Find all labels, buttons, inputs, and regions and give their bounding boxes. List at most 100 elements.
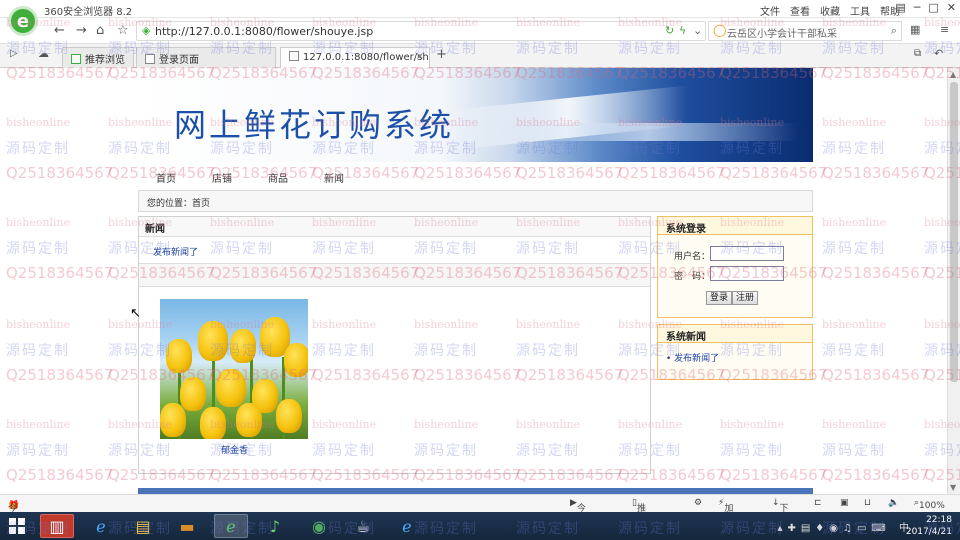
store-icon[interactable]: ▥ <box>40 514 74 538</box>
tab-bar: ▷ ☁ 推荐浏览 登录页面 127.0.0.1:8080/flower/shou… <box>0 44 960 68</box>
clock[interactable]: 22:18 2017/4/21 <box>906 514 952 538</box>
zoom-level[interactable]: ⌕ 100% <box>914 498 945 511</box>
page-content: 网上鲜花订购系统 首页 店铺 商品 新闻 您的位置：首页 新闻 发布新闻了 郁金… <box>0 68 947 494</box>
close-tab-icon[interactable]: × <box>416 51 424 62</box>
accelerator[interactable]: ⚡ 加速器 <box>718 498 733 540</box>
tab-recommend[interactable]: 推荐浏览 <box>62 47 134 68</box>
top-menu: 文件 查看 收藏 工具 帮助 <box>760 3 900 18</box>
username-label: 用户名： <box>674 252 711 262</box>
home-icon[interactable]: ⌂ <box>96 23 104 38</box>
status-bar: 🎁 今日优选 ▶ 今日直播 ▯ 推荐浏览 ⚙ ⚡ 加速器 ↓ 下载 ⊏ ▣ ⊔ … <box>0 494 960 540</box>
ie-icon[interactable]: ℯ <box>84 514 118 538</box>
nav-products[interactable]: 商品 <box>268 170 288 185</box>
download[interactable]: ↓ 下载 <box>772 498 789 527</box>
mouse-cursor-icon: ↖ <box>130 306 141 321</box>
page-icon <box>289 51 299 61</box>
site-title: 网上鲜花订购系统 <box>174 106 455 144</box>
windows-taskbar: ▥ ℯ ▤ ▬ ℯ ♪ ◉ ☕ ℯ ▴✚▤♦◉♫▭⌨ 中 22:18 2017/… <box>0 512 960 540</box>
music-icon[interactable]: ♪ <box>258 514 292 538</box>
system-tray[interactable]: ▴✚▤♦◉♫▭⌨ 中 <box>777 519 914 534</box>
menu-icon[interactable]: ≡ <box>940 23 949 36</box>
register-button[interactable]: 注册 <box>732 291 759 305</box>
address-bar[interactable]: ◈ http://127.0.0.1:8080/flower/shouye.js… <box>136 21 706 41</box>
screenshot-icon[interactable]: ▣ <box>840 498 849 508</box>
restore-tabs-icon[interactable]: ⧉ <box>914 48 921 59</box>
system-news-heading: 系统新闻 <box>658 325 812 343</box>
apps-icon[interactable]: ▦ <box>910 23 920 36</box>
split-screen-icon[interactable]: ⊏ <box>814 498 822 508</box>
wechat-icon[interactable]: ◉ <box>302 514 336 538</box>
recommend-browse[interactable]: ▯ 推荐浏览 <box>632 498 646 540</box>
menu-tools[interactable]: 工具 <box>850 3 870 18</box>
system-news-item[interactable]: • 发布新闻了 <box>666 351 719 364</box>
divider <box>139 263 650 287</box>
scrollbar-thumb[interactable] <box>950 82 958 382</box>
password-field[interactable] <box>710 266 784 281</box>
vertical-scrollbar[interactable]: ▲ ▼ <box>947 68 960 494</box>
browser-logo-icon[interactable]: e <box>8 6 38 36</box>
settings-icon[interactable]: ⚙ <box>694 498 702 508</box>
search-box[interactable]: ◯ 云岳区小学会计干部私采 ⌕ <box>708 21 902 41</box>
book-icon[interactable]: ▬ <box>170 514 204 538</box>
menu-file[interactable]: 文件 <box>760 3 780 18</box>
system-news-panel: 系统新闻 • 发布新闻了 <box>657 324 813 380</box>
cloud-icon[interactable]: ☁ <box>38 47 49 60</box>
undo-icon[interactable]: ↶ <box>934 47 943 60</box>
login-button[interactable]: 登录 <box>706 291 733 305</box>
skin-icon[interactable]: ▤ <box>895 1 905 14</box>
username-field[interactable] <box>710 246 784 261</box>
close-window-icon[interactable]: ✕ <box>947 1 956 14</box>
product-name[interactable]: 郁金香 <box>221 443 248 456</box>
minimize-icon[interactable]: ─ <box>914 1 921 14</box>
nav-home[interactable]: 首页 <box>156 170 176 185</box>
browser-title-bar: e 360安全浏览器 8.2 文件 查看 收藏 工具 帮助 ▤ ─ □ ✕ <box>0 0 960 36</box>
new-tab-button[interactable]: + <box>436 47 447 62</box>
breadcrumb: 您的位置：首页 <box>138 190 813 212</box>
dropdown-icon[interactable]: ⌄ <box>693 24 702 37</box>
scroll-down-icon[interactable]: ▼ <box>950 483 956 492</box>
password-label: 密 码： <box>674 272 711 282</box>
menu-favorites[interactable]: 收藏 <box>820 3 840 18</box>
forward-icon[interactable]: → <box>76 23 87 38</box>
file-explorer-icon[interactable]: ▤ <box>126 514 160 538</box>
login-heading: 系统登录 <box>658 217 812 235</box>
phone-icon <box>71 54 81 64</box>
tulip-image[interactable] <box>160 299 308 439</box>
search-engine-icon[interactable]: ◯ <box>713 23 726 37</box>
sidebar-toggle-icon[interactable]: ▷ <box>10 48 18 59</box>
lightning-icon[interactable]: ϟ <box>679 24 686 37</box>
site-banner: 网上鲜花订购系统 <box>138 68 813 162</box>
zoom-value: 100% <box>919 501 945 511</box>
tab-login[interactable]: 登录页面 <box>136 47 276 68</box>
back-icon[interactable]: ← <box>54 23 65 38</box>
nav-news[interactable]: 新闻 <box>324 170 344 185</box>
search-icon[interactable]: ⌕ <box>891 24 897 38</box>
maximize-icon[interactable]: □ <box>928 1 938 14</box>
edge-icon[interactable]: ℯ <box>390 514 424 538</box>
browser-360-icon[interactable]: ℯ <box>214 514 248 538</box>
banner-streak <box>498 123 798 141</box>
scroll-up-icon[interactable]: ▲ <box>950 70 956 79</box>
app-title: 360安全浏览器 8.2 <box>44 7 133 18</box>
search-input[interactable]: 云岳区小学会计干部私采 <box>727 25 837 40</box>
windows-start-icon[interactable] <box>9 518 25 534</box>
system-news-item-label: 发布新闻了 <box>674 354 720 364</box>
refresh-icon[interactable]: ↻ <box>665 24 674 37</box>
clock-time: 22:18 <box>926 515 952 525</box>
java-icon[interactable]: ☕ <box>346 514 380 538</box>
clock-date: 2017/4/21 <box>905 527 952 537</box>
nav-shops[interactable]: 店铺 <box>212 170 232 185</box>
address-url[interactable]: http://127.0.0.1:8080/flower/shouye.jsp <box>155 25 373 38</box>
news-panel: 新闻 发布新闻了 郁金香 <box>138 216 651 474</box>
news-link[interactable]: 发布新闻了 <box>153 245 198 258</box>
tab-shouye[interactable]: 127.0.0.1:8080/flower/shouye.jsp × <box>280 47 430 68</box>
flower-site: 网上鲜花订购系统 首页 店铺 商品 新闻 您的位置：首页 新闻 发布新闻了 郁金… <box>138 68 813 494</box>
news-heading: 新闻 <box>139 217 650 237</box>
pin-icon[interactable]: ⊔ <box>864 498 871 508</box>
page-icon <box>145 54 155 64</box>
security-shield-icon: ◈ <box>142 24 151 37</box>
favorite-star-icon[interactable]: ☆ <box>117 23 129 38</box>
today-live[interactable]: ▶ 今日直播 <box>570 498 586 540</box>
menu-view[interactable]: 查看 <box>790 3 810 18</box>
volume-icon[interactable]: 🔈 <box>888 498 899 508</box>
